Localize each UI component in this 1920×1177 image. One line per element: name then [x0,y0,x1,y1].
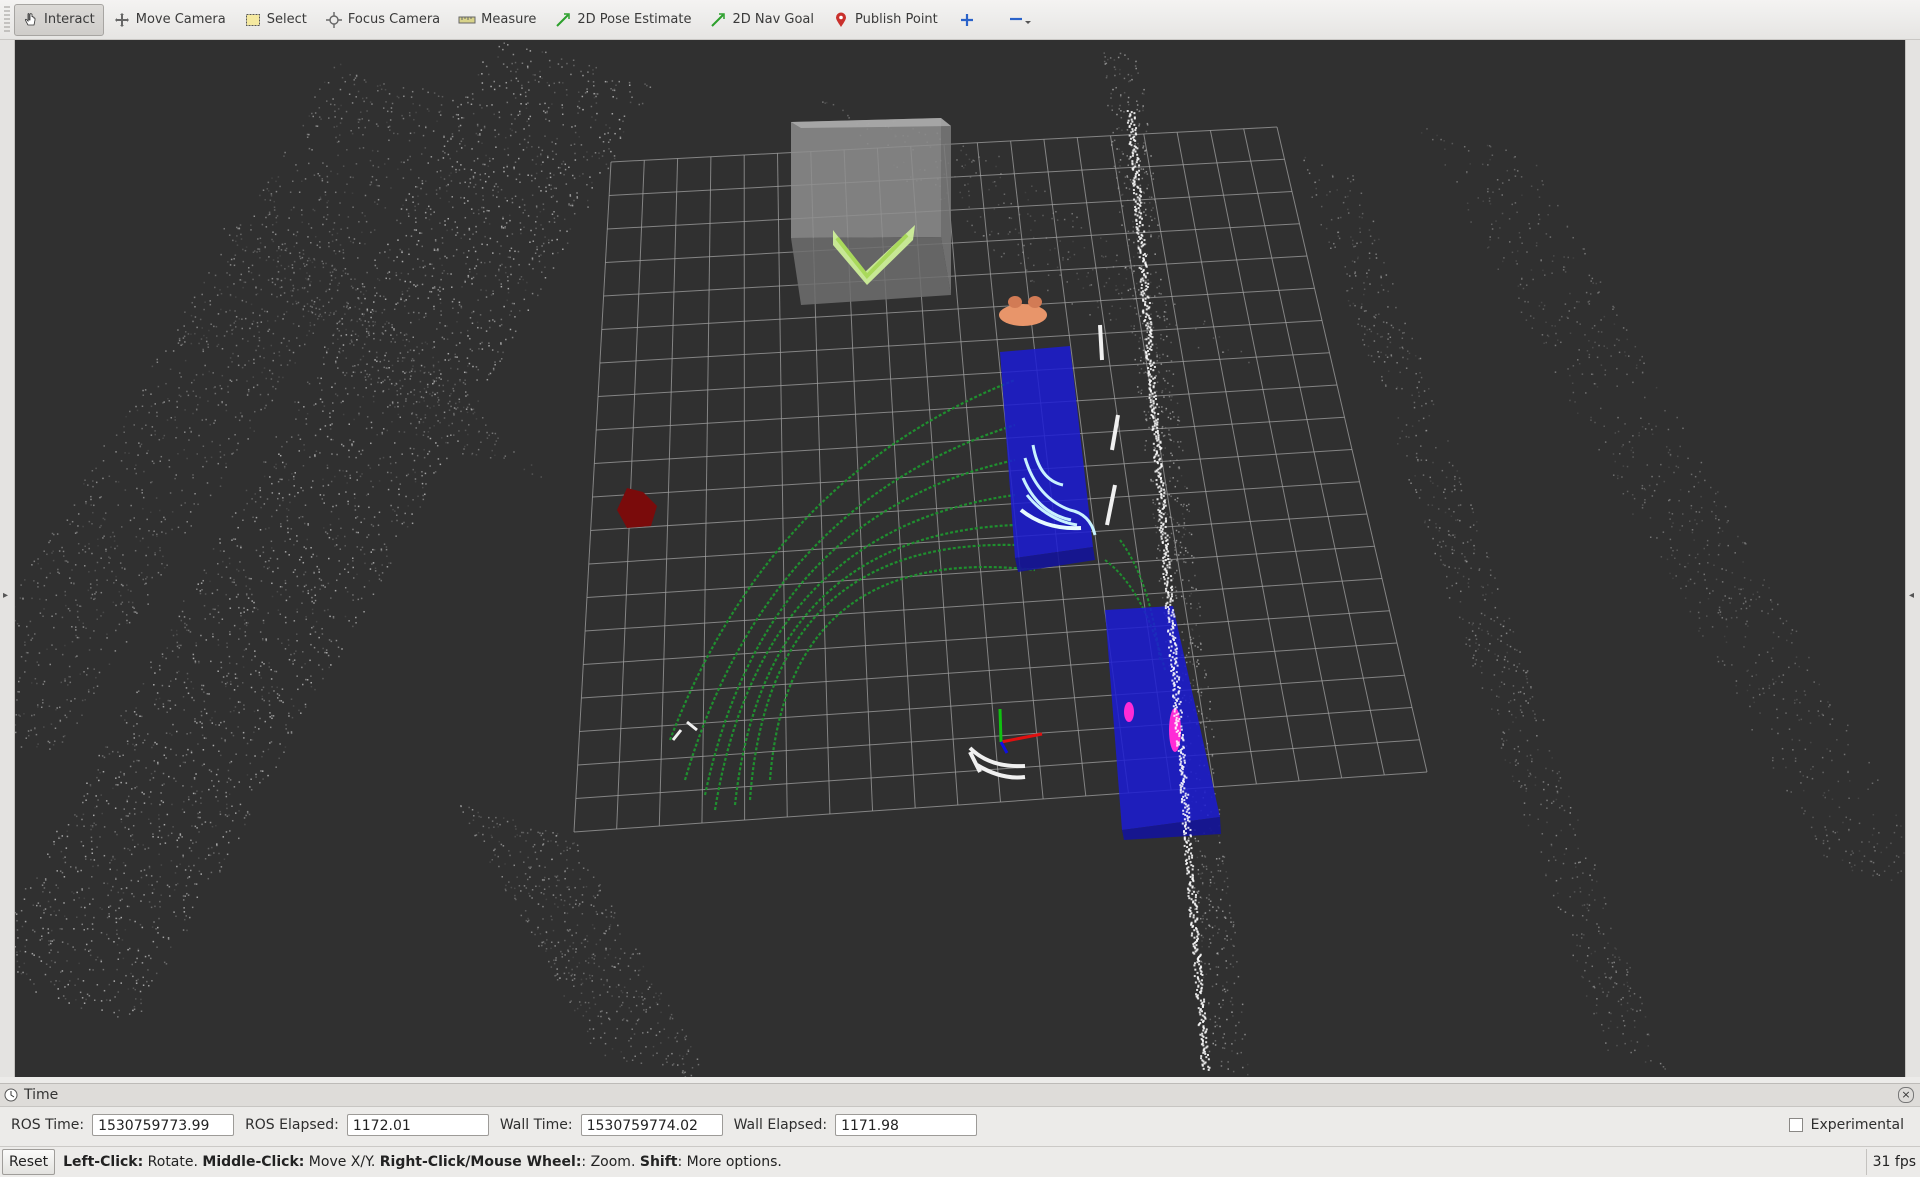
ruler-icon [458,11,476,29]
green-arrow-icon [554,11,572,29]
toolbar-grip[interactable] [4,6,10,34]
close-panel-icon[interactable]: × [1898,1087,1914,1103]
clock-icon [4,1088,18,1102]
tool-2d-pose-estimate-label: 2D Pose Estimate [577,12,691,27]
ros-elapsed-label: ROS Elapsed: [245,1117,339,1133]
hint-left-click: Left-Click: [63,1154,143,1170]
tool-focus-camera[interactable]: Focus Camera [318,4,449,36]
hint-more: : More options. [678,1154,782,1170]
dark-red-cluster [617,488,657,528]
tool-publish-point-label: Publish Point [855,12,938,27]
ros-time-field[interactable]: 1530759773.99 [92,1114,234,1136]
expand-right-icon: ◂ [1909,590,1914,601]
focus-camera-icon [325,11,343,29]
status-bar: Reset Left-Click: Rotate. Middle-Click: … [0,1146,1920,1177]
time-panel-body: ROS Time: 1530759773.99 ROS Elapsed: 117… [0,1106,1920,1144]
time-panel-header: Time × [0,1083,1920,1107]
hint-right-click: Right-Click/Mouse Wheel: [380,1154,582,1170]
tool-interact[interactable]: Interact [14,4,104,36]
hint-rotate: Rotate. [143,1154,202,1170]
tool-select-label: Select [267,12,307,27]
mouse-hint: Left-Click: Rotate. Middle-Click: Move X… [63,1154,782,1170]
tool-move-camera-label: Move Camera [136,12,226,27]
tool-interact-label: Interact [44,12,95,27]
tool-2d-nav-goal[interactable]: 2D Nav Goal [702,4,823,36]
tool-2d-pose-estimate[interactable]: 2D Pose Estimate [547,4,700,36]
base-link-axes [1000,709,1042,753]
wall-elapsed-field[interactable]: 1171.98 [835,1114,977,1136]
fps-counter: 31 fps [1866,1149,1920,1175]
hint-middle-click: Middle-Click: [202,1154,304,1170]
right-dock-handle[interactable]: ◂ [1905,40,1920,1077]
scene-canvas [15,40,1905,1077]
experimental-label: Experimental [1811,1117,1904,1133]
main-toolbar: Interact Move Camera Select Focus Camera… [0,0,1920,40]
time-panel-title: Time [24,1087,58,1103]
minus-dropdown-icon [1007,11,1037,29]
tool-measure-label: Measure [481,12,536,27]
hint-shift: Shift [640,1154,678,1170]
remove-tool-button[interactable] [992,4,1051,36]
wall-time-label: Wall Time: [500,1117,573,1133]
wall-elapsed-label: Wall Elapsed: [734,1117,827,1133]
select-rect-icon [244,11,262,29]
background-point-cloud [15,42,1905,1077]
hand-pointer-icon [21,11,39,29]
experimental-checkbox[interactable] [1789,1118,1803,1132]
reset-button[interactable]: Reset [2,1149,55,1175]
green-arrow-icon [709,11,727,29]
ros-elapsed-field[interactable]: 1172.01 [347,1114,489,1136]
render-viewport[interactable] [15,40,1905,1077]
tool-2d-nav-goal-label: 2D Nav Goal [732,12,814,27]
orange-cluster [999,296,1047,326]
blue-bounding-box-1 [1000,346,1095,572]
wall-time-field[interactable]: 1530759774.02 [581,1114,723,1136]
tool-move-camera[interactable]: Move Camera [106,4,235,36]
expand-left-icon: ▸ [3,590,8,601]
hint-move: Move X/Y. [304,1154,379,1170]
plus-icon [958,11,976,29]
tool-publish-point[interactable]: Publish Point [825,4,947,36]
hint-zoom: : Zoom. [581,1154,639,1170]
left-dock-handle[interactable]: ▸ [0,40,15,1077]
tool-measure[interactable]: Measure [451,4,545,36]
experimental-toggle[interactable]: Experimental [1789,1117,1904,1133]
move-camera-icon [113,11,131,29]
tool-focus-camera-label: Focus Camera [348,12,440,27]
add-tool-button[interactable] [949,4,990,36]
ros-time-label: ROS Time: [11,1117,84,1133]
map-pin-icon [832,11,850,29]
tool-select[interactable]: Select [237,4,316,36]
